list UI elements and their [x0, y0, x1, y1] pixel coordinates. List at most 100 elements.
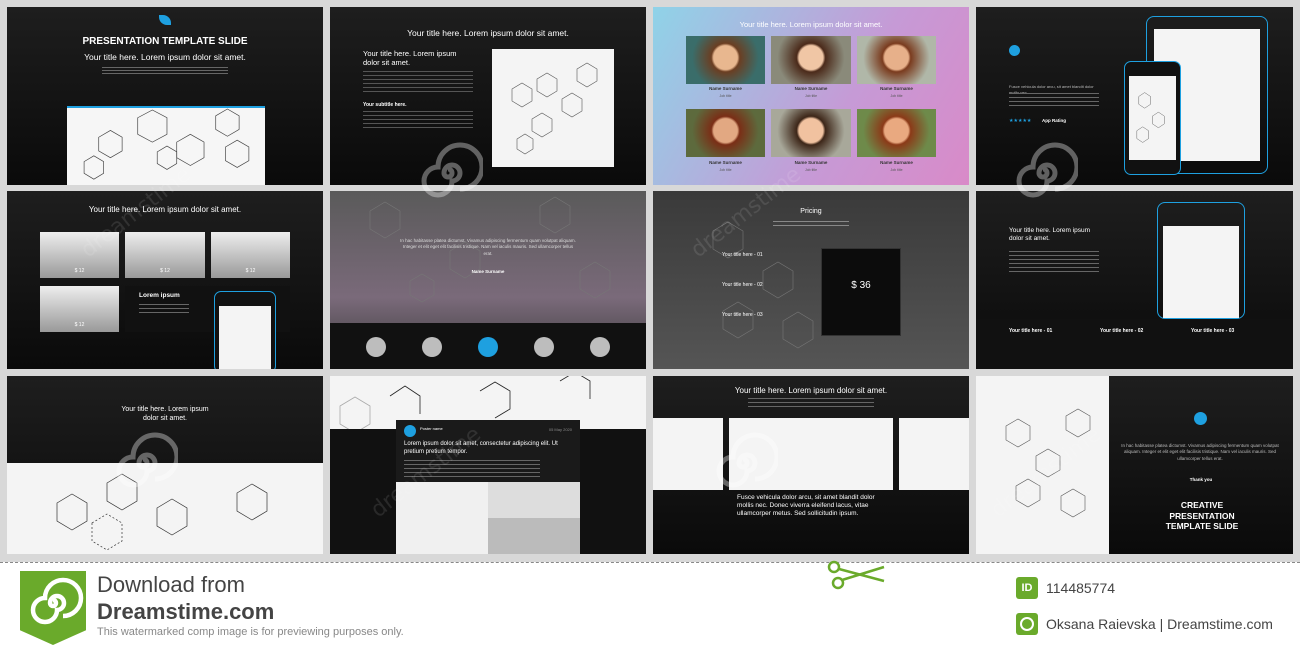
slide-12[interactable]: In hac habitasse platea dictumst. Vivamu…: [976, 376, 1293, 554]
globe-icon: [1009, 45, 1020, 56]
hex-pattern: [83, 108, 250, 180]
phone-device: [214, 291, 276, 369]
post-card: Poster name 05 May 2020 Lorem ipsum dolo…: [396, 420, 580, 554]
download-line: Download from: [97, 572, 245, 597]
person-photo: [686, 109, 765, 157]
slide-title: Your title here. Lorem ipsum dolor sit a…: [407, 28, 569, 38]
person-job: Job title: [890, 94, 903, 98]
person-photo: [771, 36, 851, 84]
person-photo: [686, 36, 765, 84]
slide-9[interactable]: Your title here. Lorem ipsum dolor sit a…: [7, 376, 323, 554]
body-lines-2: [363, 111, 473, 131]
slide-title: Your title here. Lorem ipsum dolor sit a…: [734, 386, 888, 395]
nav-dot[interactable]: [590, 337, 610, 357]
body-lines: [363, 71, 473, 93]
body-lines: [1009, 251, 1099, 273]
rating-stars-icon: ★★★★★: [1009, 118, 1032, 124]
post-image: [488, 518, 580, 554]
preview-grid: PRESENTATION TEMPLATE SLIDE Your title h…: [0, 0, 1300, 562]
slide-body: Fusce vehicula dolor arcu, sit amet blan…: [737, 494, 875, 518]
person-name: Name Surname: [794, 160, 828, 165]
slide-10[interactable]: Poster name 05 May 2020 Lorem ipsum dolo…: [330, 376, 646, 554]
slide-title: Your title here. Lorem ipsum dolor sit a…: [1009, 227, 1091, 243]
slide-5[interactable]: Your title here. Lorem ipsum dolor sit a…: [7, 191, 323, 369]
person-job: Job title: [890, 168, 903, 172]
nav-dot[interactable]: [534, 337, 554, 357]
author-credit[interactable]: Oksana Raievska | Dreamstime.com: [1046, 616, 1273, 632]
post-heading: Lorem ipsum dolor sit amet, consectetur …: [404, 441, 558, 455]
image-right: [899, 418, 969, 490]
card-price: $ 12: [74, 268, 85, 274]
post-date: 05 May 2020: [548, 427, 572, 432]
card-price: $ 12: [74, 322, 85, 328]
slide-8[interactable]: Your title here. Lorem ipsum dolor sit a…: [976, 191, 1293, 369]
device-screen: [67, 106, 265, 185]
product-card[interactable]: $ 12: [125, 232, 205, 278]
slide-title: Pricing: [800, 208, 822, 215]
slide-title: Your title here. Lorem ipsum dolor sit a…: [88, 205, 242, 214]
brand-name[interactable]: Dreamstime.com: [97, 599, 274, 625]
body-lines: [1009, 93, 1099, 109]
quote-author: Name Surname: [471, 269, 505, 274]
person-name: Name Surname: [880, 160, 913, 165]
quote-text: In hac habitasse platea dictumst. Vivamu…: [400, 238, 576, 256]
rating-label: App Rating: [1042, 118, 1066, 123]
slide-7[interactable]: Pricing Your title here - 01 Your title …: [653, 191, 969, 369]
slide-lorem: [102, 67, 228, 75]
poster-name: Poster name: [420, 426, 443, 431]
person-name: Name Surname: [709, 86, 742, 91]
hex-pattern: [511, 62, 598, 155]
slide-11[interactable]: Your title here. Lorem ipsum dolor sit a…: [653, 376, 969, 554]
slide-3[interactable]: Your title here. Lorem ipsum dolor sit a…: [653, 7, 969, 185]
product-card[interactable]: $ 12: [40, 232, 119, 278]
image-panel: [976, 376, 1109, 554]
slide-subheading: Your subtitle here.: [363, 102, 407, 108]
image-center: [729, 418, 893, 490]
phone-screen: [1129, 76, 1176, 160]
nav-dot[interactable]: [422, 337, 442, 357]
slide-title: PRESENTATION TEMPLATE SLIDE: [82, 36, 248, 47]
person-photo: [771, 109, 851, 157]
id-icon: ID: [1016, 577, 1038, 599]
image-left: [653, 418, 723, 490]
product-card[interactable]: $ 12: [40, 286, 119, 332]
globe-icon: [1194, 412, 1207, 425]
slide-6[interactable]: In hac habitasse platea dictumst. Vivamu…: [330, 191, 646, 369]
slide-lorem: [748, 398, 874, 410]
nav-dot[interactable]: [366, 337, 386, 357]
image-id: 114485774: [1046, 580, 1116, 596]
pricing-item: Your title here - 03: [722, 312, 763, 318]
nav-dot-active[interactable]: [478, 337, 498, 357]
phone-screen: [219, 306, 271, 369]
slide-2[interactable]: Your title here. Lorem ipsum dolor sit a…: [330, 7, 646, 185]
slide-1[interactable]: PRESENTATION TEMPLATE SLIDE Your title h…: [7, 7, 323, 185]
spiral-icon: [30, 577, 84, 625]
leaf-icon: [159, 15, 171, 25]
person-photo: [857, 36, 936, 84]
column-title: Your title here - 02: [1100, 328, 1144, 334]
thanks-label: Thank you: [1189, 477, 1213, 482]
copyright-icon: [1016, 613, 1038, 635]
slide-4[interactable]: Fusce vehicula dolor arcu, sit amet blan…: [976, 7, 1293, 185]
column-title: Your title here - 01: [1009, 328, 1053, 334]
product-card[interactable]: $ 12: [211, 232, 290, 278]
hex-pattern: [712, 221, 814, 349]
hex-pattern: [1005, 408, 1091, 518]
disclaimer: This watermarked comp image is for previ…: [97, 626, 404, 638]
slide-title: Your title here. Lorem ipsum dolor sit a…: [739, 20, 883, 29]
slide-title: Your title here. Lorem ipsum dolor sit a…: [121, 406, 209, 422]
light-panel: [7, 463, 323, 554]
person-name: Name Surname: [709, 160, 742, 165]
quote-text: In hac habitasse platea dictumst. Vivamu…: [1121, 443, 1279, 461]
person-photo: [857, 109, 936, 157]
dreamstime-logo: [20, 571, 86, 645]
person-job: Job title: [719, 168, 732, 172]
card-price: $ 12: [160, 268, 170, 274]
post-body: [404, 460, 540, 480]
watermark-footer: Download from Dreamstime.com This waterm…: [0, 560, 1300, 651]
column-title: Your title here - 03: [1191, 328, 1235, 334]
person-job: Job title: [804, 94, 818, 98]
card-heading: Lorem ipsum: [139, 292, 180, 299]
price-value: $ 36: [851, 280, 871, 291]
card-price: $ 12: [245, 268, 256, 274]
